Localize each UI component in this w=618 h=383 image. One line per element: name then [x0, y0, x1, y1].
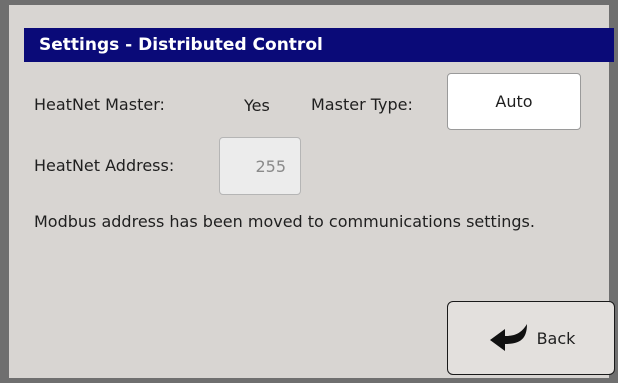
back-button[interactable]: Back [447, 301, 615, 375]
heatnet-master-label: HeatNet Master: [34, 95, 165, 114]
page-title: Settings - Distributed Control [24, 28, 614, 62]
modbus-note: Modbus address has been moved to communi… [34, 212, 535, 231]
heatnet-address-field: 255 [219, 137, 301, 195]
heatnet-address-value: 255 [255, 156, 286, 176]
master-type-value: Auto [495, 92, 533, 111]
back-label: Back [536, 328, 576, 348]
back-arrow-icon [489, 324, 527, 351]
master-type-label: Master Type: [311, 95, 413, 114]
settings-window: Settings - Distributed Control HeatNet M… [0, 0, 618, 383]
heatnet-address-label: HeatNet Address: [34, 156, 175, 175]
master-type-button[interactable]: Auto [447, 73, 581, 130]
heatnet-master-value: Yes [244, 96, 270, 115]
